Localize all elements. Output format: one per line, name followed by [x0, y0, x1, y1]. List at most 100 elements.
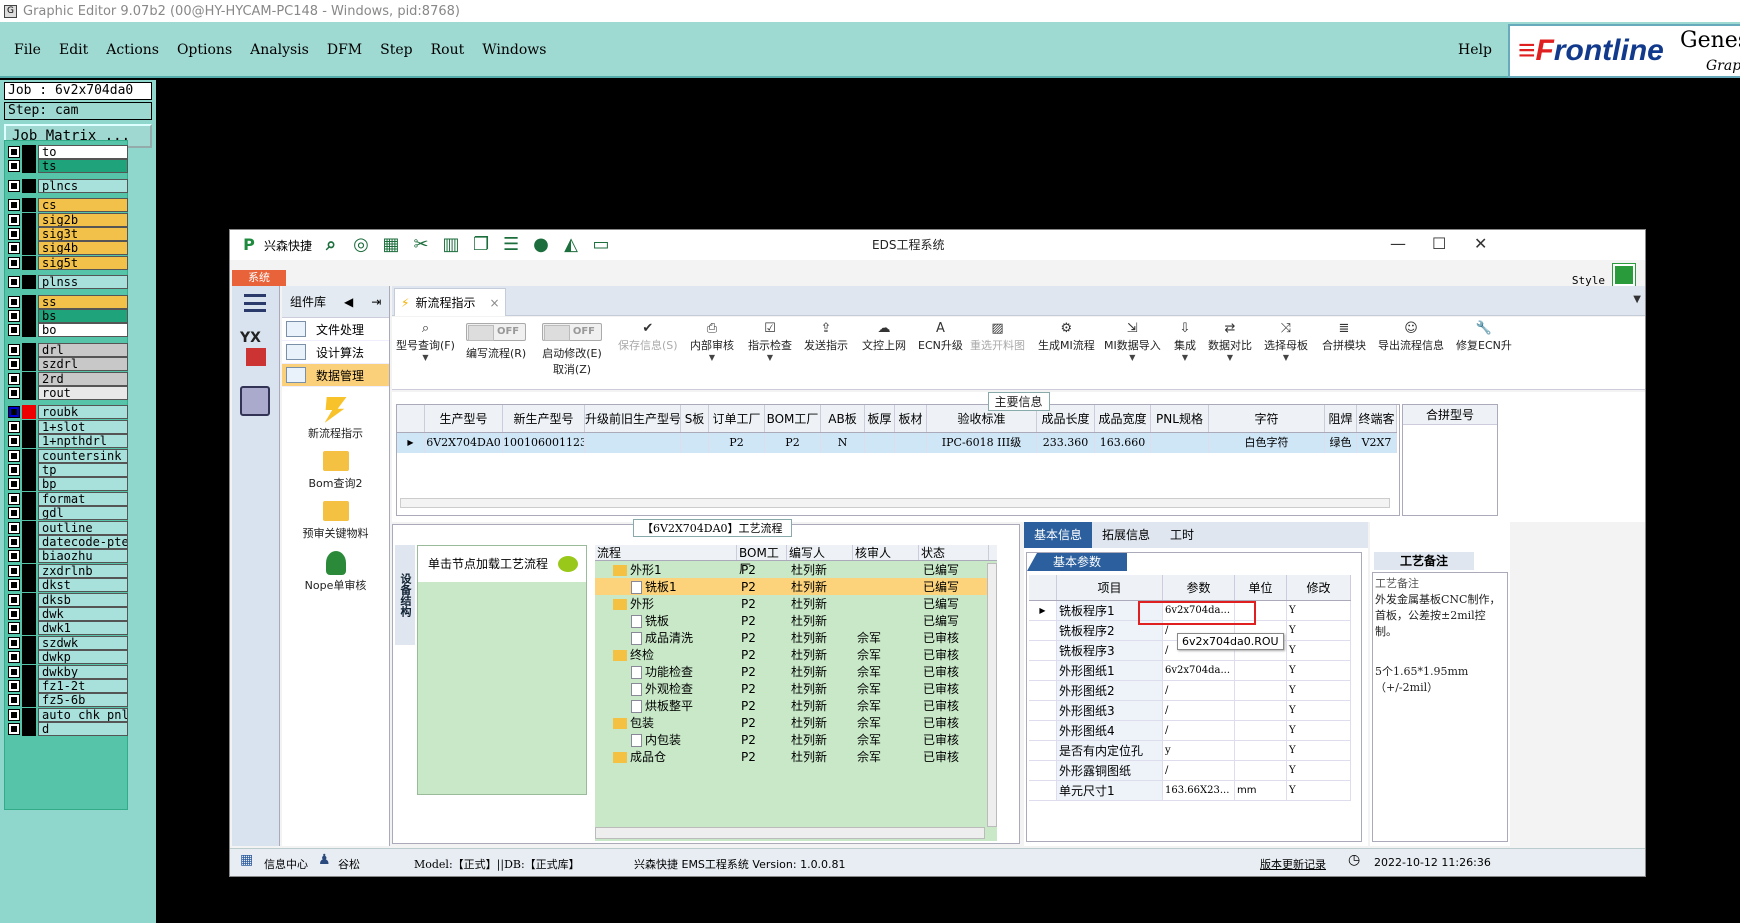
- layer-checkbox[interactable]: [8, 608, 20, 620]
- param-u-cell[interactable]: [1235, 701, 1287, 720]
- dropdown-arrow-icon[interactable]: ▼: [1104, 353, 1161, 362]
- lifebuoy-icon[interactable]: ◎: [350, 234, 372, 256]
- layer-row[interactable]: szdrl: [8, 357, 128, 372]
- dropdown-arrow-icon[interactable]: ▼: [748, 353, 792, 362]
- copy-icon[interactable]: ❐: [470, 234, 492, 256]
- layer-checkbox[interactable]: [8, 636, 20, 649]
- scissors-icon[interactable]: ✂: [410, 234, 432, 256]
- layer-checkbox[interactable]: [8, 213, 20, 226]
- vertical-tab-equipment[interactable]: 设备结构: [395, 545, 415, 645]
- layer-row[interactable]: sig5t: [8, 255, 128, 270]
- param-column-header[interactable]: 修改: [1287, 575, 1351, 600]
- ribbon-upload-button[interactable]: ⇪ 发送指示: [804, 321, 848, 353]
- layer-row[interactable]: sig2b: [8, 212, 128, 227]
- layer-checkbox[interactable]: [8, 593, 20, 606]
- tree-node[interactable]: 功能检查: [595, 663, 737, 680]
- param-row[interactable]: 外形露铜图纸 / Y: [1029, 761, 1351, 781]
- param-row[interactable]: 是否有内定位孔 y Y: [1029, 741, 1351, 761]
- param-m-cell[interactable]: Y: [1287, 781, 1351, 800]
- layer-row[interactable]: outline: [8, 520, 128, 535]
- grid-cell[interactable]: [681, 433, 709, 453]
- layer-checkbox[interactable]: [8, 343, 20, 356]
- tree-node[interactable]: 烘板整平: [595, 697, 737, 714]
- layer-row[interactable]: gdl: [8, 506, 128, 521]
- layer-row[interactable]: d: [8, 722, 128, 737]
- info-tab[interactable]: 拓展信息: [1092, 522, 1160, 548]
- param-u-cell[interactable]: [1235, 661, 1287, 680]
- layer-row[interactable]: dwk: [8, 607, 128, 621]
- yx-module-icon[interactable]: YX: [240, 330, 274, 370]
- toggle-off[interactable]: OFF: [466, 323, 527, 341]
- tree-node[interactable]: 内包装: [595, 731, 737, 748]
- tree-row[interactable]: 外形 P2 杜列新 已编写: [595, 595, 997, 612]
- param-m-cell[interactable]: Y: [1287, 621, 1351, 640]
- param-u-cell[interactable]: mm: [1235, 781, 1287, 800]
- dropdown-arrow-icon[interactable]: ▼: [1174, 353, 1196, 362]
- chart-icon[interactable]: ◭: [560, 234, 582, 256]
- layer-checkbox[interactable]: [8, 464, 20, 476]
- layer-checkbox[interactable]: [8, 507, 20, 520]
- layer-checkbox[interactable]: [8, 708, 20, 721]
- grid-cell[interactable]: P2: [765, 433, 821, 453]
- tree-row[interactable]: 终检 P2 杜列新 佘军 已审核: [595, 646, 997, 663]
- param-m-cell[interactable]: Y: [1287, 681, 1351, 700]
- layer-checkbox[interactable]: [8, 492, 20, 505]
- layer-row[interactable]: dwkp: [8, 650, 128, 665]
- layer-checkbox[interactable]: [8, 242, 20, 255]
- param-v-cell[interactable]: /: [1163, 761, 1235, 780]
- dropdown-arrow-icon[interactable]: ▼: [1208, 353, 1252, 362]
- param-row[interactable]: 外形图纸2/ Y: [1029, 681, 1351, 701]
- comp-item[interactable]: 文件处理: [282, 318, 389, 341]
- tree-column-header[interactable]: 流程: [595, 545, 737, 560]
- grid-cell[interactable]: 绿色: [1325, 433, 1357, 453]
- layer-row[interactable]: bp: [8, 477, 128, 492]
- layer-checkbox[interactable]: [8, 564, 20, 577]
- param-row[interactable]: 外形图纸4/ Y: [1029, 721, 1351, 741]
- column-header[interactable]: 新生产型号: [503, 405, 585, 432]
- grid-cell[interactable]: N: [821, 433, 865, 453]
- layer-row[interactable]: fz5-6b: [8, 693, 128, 708]
- tree-node[interactable]: 成品清洗: [595, 629, 737, 646]
- grid-cell[interactable]: 6V2X704DA0: [425, 433, 503, 453]
- layer-checkbox[interactable]: [8, 358, 20, 371]
- layer-checkbox[interactable]: [8, 179, 20, 192]
- layer-row[interactable]: datecode-pte: [8, 535, 128, 549]
- tree-node[interactable]: 终检: [595, 646, 737, 663]
- tree-row[interactable]: 铣板1 P2 杜列新 已编写: [595, 578, 997, 595]
- param-row[interactable]: 单元尺寸1 163.66X23... mm Y: [1029, 781, 1351, 801]
- ribbon-compare-button[interactable]: ⇄ 数据对比 ▼: [1208, 321, 1252, 362]
- param-v-cell[interactable]: 163.66X23...: [1163, 781, 1235, 800]
- layer-row[interactable]: plncs: [8, 178, 128, 193]
- notes-box[interactable]: 工艺备注 外发金属基板CNC制作，首板，公差按±2mil控制。 5个1.65*1…: [1372, 572, 1508, 842]
- tree-row[interactable]: 功能检查 P2 杜列新 佘军 已审核: [595, 663, 997, 680]
- layer-row[interactable]: biaozhu: [8, 549, 128, 564]
- column-header[interactable]: 板厚: [865, 405, 895, 432]
- column-header[interactable]: S板: [681, 405, 709, 432]
- menu-rout[interactable]: Rout: [431, 42, 465, 58]
- tree-vscrollbar[interactable]: [987, 563, 997, 827]
- layer-checkbox[interactable]: [8, 579, 20, 592]
- param-u-cell[interactable]: [1235, 741, 1287, 760]
- layer-checkbox[interactable]: [8, 680, 20, 692]
- monitor-icon[interactable]: ▭: [590, 234, 612, 256]
- big-item[interactable]: 预审关键物料: [282, 501, 389, 541]
- menu-actions[interactable]: Actions: [106, 42, 159, 58]
- layer-row[interactable]: dwkby: [8, 664, 128, 679]
- column-header[interactable]: 成品宽度: [1095, 405, 1151, 432]
- tree-row[interactable]: 烘板整平 P2 杜列新 佘军 已审核: [595, 697, 997, 714]
- layer-row[interactable]: countersink: [8, 448, 128, 463]
- layer-row[interactable]: 2rd: [8, 371, 128, 386]
- layer-checkbox[interactable]: [8, 651, 20, 664]
- tree-column-header[interactable]: 核审人: [853, 545, 919, 560]
- tree-node[interactable]: 铣板: [595, 612, 737, 629]
- ribbon-list-button[interactable]: ≣ 合拼模块: [1322, 321, 1366, 353]
- layer-row[interactable]: cs: [8, 198, 128, 213]
- tree-row[interactable]: 成品仓 P2 杜列新 佘军 已审核: [595, 748, 997, 765]
- layer-row[interactable]: dwk1: [8, 621, 128, 636]
- tab-system[interactable]: 系统: [232, 270, 286, 286]
- param-m-cell[interactable]: Y: [1287, 641, 1351, 660]
- tree-row[interactable]: 包装 P2 杜列新 佘军 已审核: [595, 714, 997, 731]
- ribbon-checkbox-button[interactable]: ☑ 指示检查 ▼: [748, 321, 792, 362]
- layer-checkbox[interactable]: [8, 550, 20, 563]
- param-row[interactable]: 外形图纸1 6v2x704da... Y: [1029, 661, 1351, 681]
